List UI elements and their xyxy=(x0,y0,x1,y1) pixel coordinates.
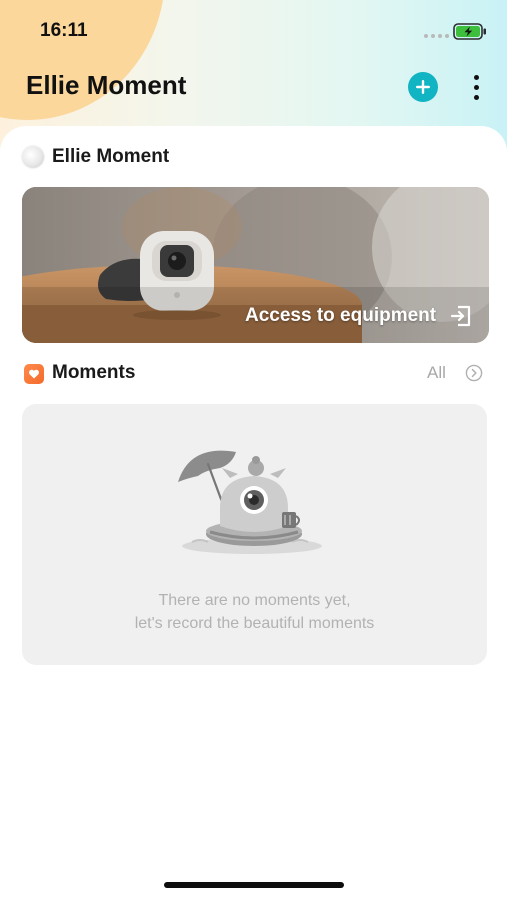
more-options-button[interactable] xyxy=(464,72,488,102)
heart-icon xyxy=(29,369,39,379)
moments-heart-icon xyxy=(24,364,44,384)
plus-icon xyxy=(416,80,430,94)
battery-charging-icon xyxy=(453,23,486,40)
moments-title: Moments xyxy=(52,362,136,383)
signal-icon xyxy=(424,34,449,38)
access-equipment-label[interactable]: Access to equipment xyxy=(245,305,436,327)
all-moments-link[interactable]: All xyxy=(427,363,446,383)
enter-arrow-icon[interactable] xyxy=(449,304,473,328)
home-indicator[interactable] xyxy=(164,882,344,888)
page-title: Ellie Moment xyxy=(26,70,187,100)
header-blob-decoration xyxy=(0,0,165,120)
empty-state-text-line2: let's record the beautiful moments xyxy=(134,615,375,632)
more-dot-icon xyxy=(473,94,479,100)
add-device-button[interactable] xyxy=(408,72,438,102)
more-dot-icon xyxy=(473,74,479,80)
status-time: 16:11 xyxy=(40,20,88,41)
device-status-icon xyxy=(22,146,44,168)
chevron-right-circle-icon[interactable] xyxy=(465,364,483,382)
empty-state-text-line1: There are no moments yet, xyxy=(158,592,351,609)
empty-state-mascot-illustration xyxy=(178,450,322,554)
more-dot-icon xyxy=(473,84,479,90)
device-name: Ellie Moment xyxy=(52,146,170,167)
